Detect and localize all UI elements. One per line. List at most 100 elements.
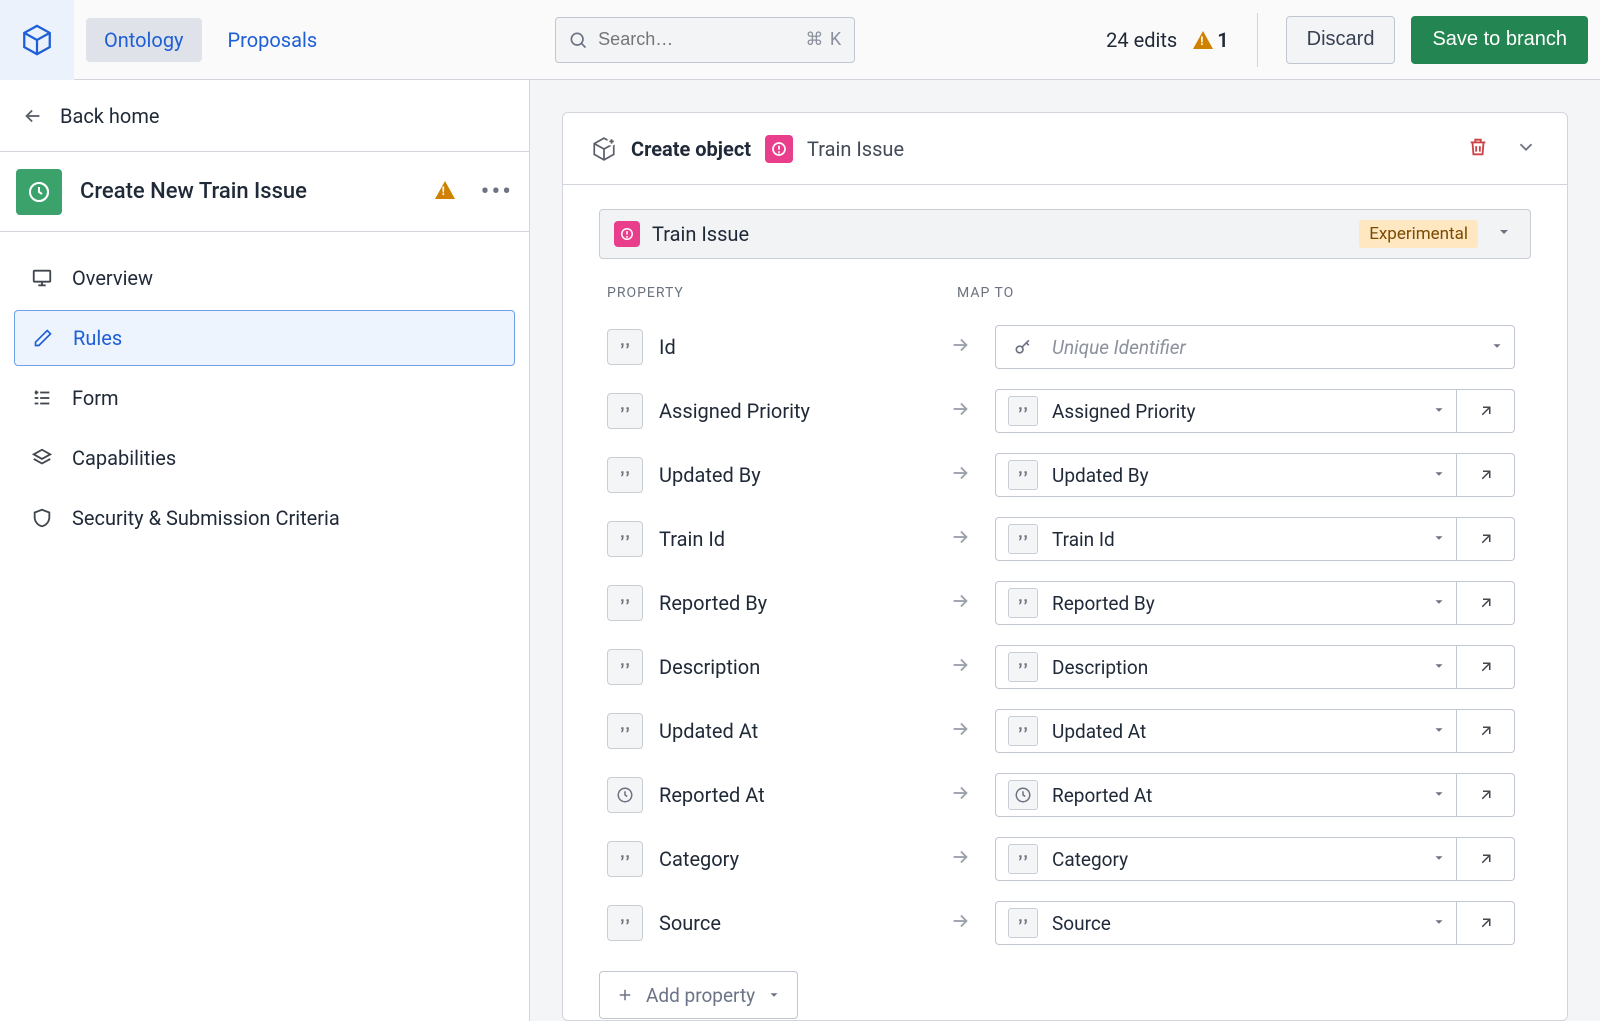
- property-label: Id: [599, 329, 949, 365]
- property-label: Updated By: [599, 457, 949, 493]
- object-dropdown-toggle[interactable]: [1490, 224, 1518, 244]
- quote-icon: [607, 841, 643, 877]
- chevron-down-icon: [1432, 530, 1446, 549]
- warning-badge[interactable]: 1: [1193, 28, 1228, 52]
- tab-ontology[interactable]: Ontology: [86, 18, 202, 62]
- open-mapping-button[interactable]: [1457, 645, 1515, 689]
- object-title-row: Create New Train Issue •••: [0, 152, 529, 232]
- add-property-button[interactable]: Add property: [599, 971, 798, 1019]
- map-to-value: Category: [1052, 848, 1418, 871]
- property-row: Category Category: [599, 827, 1531, 891]
- sidebar-item-overview[interactable]: Overview: [14, 250, 515, 306]
- add-property-label: Add property: [646, 984, 755, 1007]
- map-to-value: Reported At: [1052, 784, 1418, 807]
- sidebar-item-rules[interactable]: Rules: [14, 310, 515, 366]
- open-mapping-button[interactable]: [1457, 837, 1515, 881]
- map-to-cell: Reported By: [995, 581, 1515, 625]
- sidebar-item-label: Rules: [73, 326, 122, 350]
- open-mapping-button[interactable]: [1457, 517, 1515, 561]
- tab-proposals[interactable]: Proposals: [210, 18, 336, 62]
- map-to-cell: Source: [995, 901, 1515, 945]
- delete-button[interactable]: [1461, 130, 1495, 168]
- warning-icon: [1193, 31, 1213, 49]
- quote-icon: [607, 585, 643, 621]
- map-to-select[interactable]: Category: [995, 837, 1457, 881]
- open-mapping-button[interactable]: [1457, 901, 1515, 945]
- quote-icon: [1008, 460, 1038, 490]
- quote-icon: [1008, 844, 1038, 874]
- shield-icon: [30, 507, 54, 529]
- warning-count: 1: [1217, 28, 1228, 52]
- map-to-select[interactable]: Updated By: [995, 453, 1457, 497]
- sidebar-item-form[interactable]: Form: [14, 370, 515, 426]
- save-button[interactable]: Save to branch: [1411, 16, 1588, 64]
- object-selector[interactable]: Train Issue Experimental: [599, 209, 1531, 259]
- sidebar-item-capabilities[interactable]: Capabilities: [14, 430, 515, 486]
- map-to-select[interactable]: Source: [995, 901, 1457, 945]
- open-mapping-button[interactable]: [1457, 453, 1515, 497]
- property-row: Source Source: [599, 891, 1531, 955]
- pencil-icon: [31, 328, 55, 348]
- map-to-value: Updated At: [1052, 720, 1418, 743]
- discard-button[interactable]: Discard: [1286, 16, 1396, 64]
- property-name: Updated At: [659, 719, 758, 743]
- experimental-tag: Experimental: [1359, 220, 1478, 248]
- title-warning-icon[interactable]: [435, 181, 455, 203]
- arrow-left-icon: [22, 105, 44, 127]
- map-to-value: Reported By: [1052, 592, 1418, 615]
- map-to-select[interactable]: Reported At: [995, 773, 1457, 817]
- key-icon: [1008, 332, 1038, 362]
- more-menu[interactable]: •••: [481, 177, 513, 207]
- property-name: Assigned Priority: [659, 399, 810, 423]
- search-field[interactable]: [598, 29, 748, 50]
- property-label: Description: [599, 649, 949, 685]
- map-to-cell: Updated At: [995, 709, 1515, 753]
- map-to-value: Unique Identifier: [1052, 336, 1476, 359]
- search-input[interactable]: ⌘ K: [555, 17, 855, 63]
- property-name: Updated By: [659, 463, 761, 487]
- property-name: Description: [659, 655, 760, 679]
- open-mapping-button[interactable]: [1457, 581, 1515, 625]
- quote-icon: [1008, 908, 1038, 938]
- clock-icon: [607, 777, 643, 813]
- collapse-button[interactable]: [1509, 130, 1543, 168]
- map-to-select[interactable]: Reported By: [995, 581, 1457, 625]
- map-to-select[interactable]: Description: [995, 645, 1457, 689]
- cube-plus-icon: [591, 136, 617, 162]
- sidebar-nav: Overview Rules Form Capabilities: [0, 232, 529, 568]
- map-to-select[interactable]: Updated At: [995, 709, 1457, 753]
- object-badge-icon: [765, 135, 793, 163]
- sidebar: Back home Create New Train Issue ••• Ove…: [0, 80, 530, 1021]
- arrow-right-icon: [949, 398, 995, 424]
- property-label: Reported By: [599, 585, 949, 621]
- property-row: Description Description: [599, 635, 1531, 699]
- map-to-cell: Description: [995, 645, 1515, 689]
- open-mapping-button[interactable]: [1457, 709, 1515, 753]
- property-row: Id Unique Identifier: [599, 315, 1531, 379]
- form-icon: [30, 387, 54, 409]
- map-to-select[interactable]: Train Id: [995, 517, 1457, 561]
- map-to-cell: Reported At: [995, 773, 1515, 817]
- header-nav: Ontology Proposals: [74, 18, 335, 62]
- sidebar-item-label: Security & Submission Criteria: [72, 506, 340, 530]
- quote-icon: [1008, 524, 1038, 554]
- property-name: Category: [659, 847, 739, 871]
- quote-icon: [1008, 716, 1038, 746]
- back-home[interactable]: Back home: [0, 80, 529, 152]
- app-logo: [0, 0, 74, 80]
- monitor-icon: [30, 267, 54, 289]
- property-rows: Id Unique Identifier Assigned Priority A…: [599, 315, 1531, 955]
- map-to-cell: Train Id: [995, 517, 1515, 561]
- back-label: Back home: [60, 104, 159, 128]
- quote-icon: [607, 329, 643, 365]
- property-label: Category: [599, 841, 949, 877]
- map-to-select[interactable]: Unique Identifier: [995, 325, 1515, 369]
- arrow-right-icon: [949, 718, 995, 744]
- map-to-select[interactable]: Assigned Priority: [995, 389, 1457, 433]
- sidebar-item-security[interactable]: Security & Submission Criteria: [14, 490, 515, 546]
- map-to-cell: Category: [995, 837, 1515, 881]
- open-mapping-button[interactable]: [1457, 389, 1515, 433]
- property-name: Id: [659, 335, 676, 359]
- open-mapping-button[interactable]: [1457, 773, 1515, 817]
- property-name: Source: [659, 911, 721, 935]
